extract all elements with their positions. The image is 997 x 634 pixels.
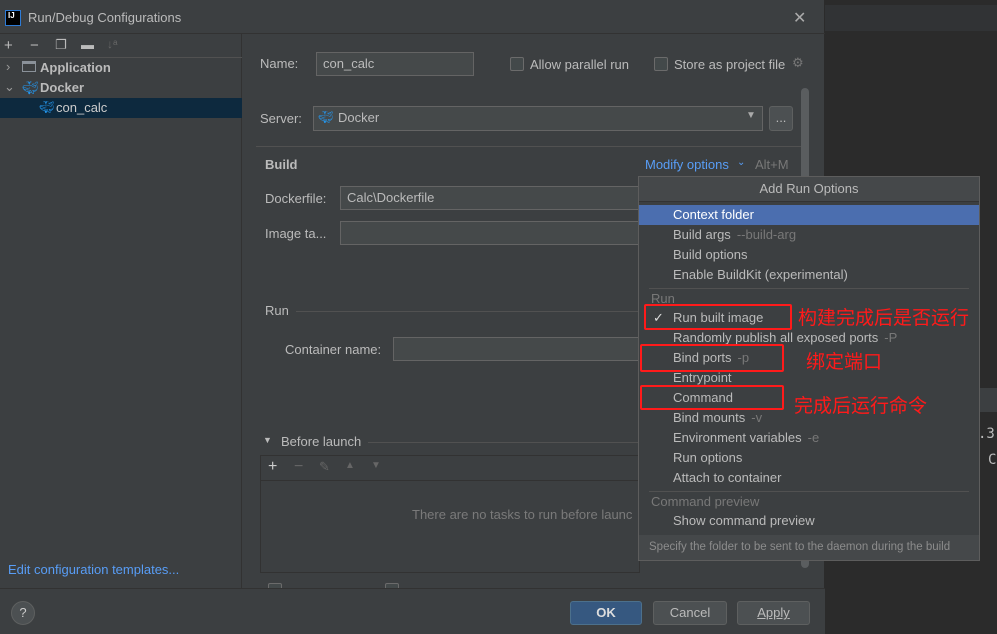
- name-label: Name:: [260, 56, 299, 71]
- option-build-args[interactable]: Build args --build-arg: [639, 225, 979, 245]
- annotation-box-command: [640, 385, 784, 410]
- option-attach-container[interactable]: Attach to container: [639, 468, 979, 488]
- divider: [256, 146, 801, 147]
- annotation-box-bind-ports: [640, 344, 784, 372]
- title-bar: IJ Run/Debug Configurations ✕: [0, 0, 825, 34]
- server-select[interactable]: Docker: [313, 106, 763, 131]
- sort-icon: ↓ᵃ: [107, 37, 118, 51]
- close-icon[interactable]: ✕: [793, 8, 806, 28]
- chevron-right-icon[interactable]: ›: [6, 59, 10, 74]
- popup-title: Add Run Options: [639, 177, 979, 202]
- option-hint: --build-arg: [736, 227, 797, 242]
- allow-parallel-label: Allow parallel run: [530, 57, 629, 72]
- option-hint: -P: [884, 330, 898, 345]
- annotation-box-run-built-image: [644, 304, 792, 330]
- collapse-triangle-icon[interactable]: ▼: [263, 435, 272, 445]
- background-text: .3: [978, 426, 995, 442]
- background-text: C: [988, 452, 997, 468]
- move-up-icon: ▲: [345, 460, 355, 471]
- dockerfile-label: Dockerfile:: [265, 191, 327, 206]
- option-hint: -v: [751, 410, 763, 425]
- remove-task-icon: −: [294, 458, 304, 475]
- allow-parallel-checkbox[interactable]: [510, 57, 524, 71]
- option-run-options[interactable]: Run options: [639, 448, 979, 468]
- group-preview-label: Command preview: [651, 494, 760, 509]
- edit-templates-link[interactable]: Edit configuration templates...: [8, 562, 179, 577]
- store-project-label: Store as project file: [674, 57, 786, 72]
- annotation-bind-ports: 绑定端口: [806, 352, 883, 373]
- button-bar: ? OK Cancel Apply: [0, 588, 825, 634]
- dialog-title: Run/Debug Configurations: [28, 10, 182, 25]
- add-icon[interactable]: +: [4, 37, 13, 54]
- before-launch-label: Before launch: [281, 434, 362, 449]
- option-label: Show command preview: [673, 513, 815, 528]
- option-hint: -e: [807, 430, 820, 445]
- modify-shortcut: Alt+M: [755, 157, 789, 172]
- option-label: Attach to container: [673, 470, 782, 485]
- image-tag-label: Image ta...: [265, 226, 327, 241]
- annotation-run-built-image: 构建完成后是否运行: [798, 308, 970, 329]
- docker-icon: 🐳︎: [318, 110, 334, 124]
- option-build-options[interactable]: Build options: [639, 245, 979, 265]
- move-down-icon: ▼: [371, 460, 381, 471]
- container-name-input[interactable]: [393, 337, 640, 361]
- option-label: Bind mounts: [673, 410, 746, 425]
- option-label: Build args: [673, 227, 731, 242]
- divider: [649, 288, 969, 289]
- help-button[interactable]: ?: [11, 601, 35, 625]
- tree-item-selected-bg: [0, 98, 242, 118]
- modify-options-link[interactable]: Modify options: [645, 157, 729, 172]
- name-input[interactable]: con_calc: [316, 52, 474, 76]
- remove-icon[interactable]: −: [30, 37, 39, 54]
- new-folder-icon[interactable]: ▬: [81, 37, 94, 52]
- server-more-button[interactable]: ...: [769, 106, 793, 131]
- apply-button[interactable]: Apply: [737, 601, 810, 625]
- option-label: Enable BuildKit (experimental): [673, 267, 848, 282]
- tree-item-docker[interactable]: Docker: [40, 80, 84, 95]
- chevron-down-icon[interactable]: ▼: [746, 110, 756, 121]
- divider: [261, 480, 640, 481]
- chevron-down-icon[interactable]: ⌄: [4, 79, 15, 95]
- docker-icon: 🐳︎: [22, 80, 39, 95]
- edit-pencil-icon: ✎: [319, 459, 330, 474]
- option-label: Entrypoint: [673, 370, 732, 385]
- chevron-down-icon[interactable]: ⌄: [737, 157, 745, 168]
- dockerfile-input[interactable]: Calc\Dockerfile: [340, 186, 640, 210]
- option-enable-buildkit[interactable]: Enable BuildKit (experimental): [639, 265, 979, 285]
- divider: [0, 57, 242, 58]
- intellij-logo-icon: IJ: [5, 10, 21, 26]
- option-label: Context folder: [673, 207, 754, 222]
- annotation-command: 完成后运行命令: [794, 396, 928, 417]
- image-tag-input[interactable]: [340, 221, 640, 245]
- tree-item-application[interactable]: Application: [40, 60, 111, 75]
- option-label: Build options: [673, 247, 748, 262]
- divider: [649, 491, 969, 492]
- option-label: Randomly publish all exposed ports: [673, 330, 879, 345]
- build-header: Build: [265, 157, 298, 172]
- store-project-checkbox[interactable]: [654, 57, 668, 71]
- cancel-button[interactable]: Cancel: [653, 601, 727, 625]
- container-name-label: Container name:: [285, 342, 382, 357]
- option-show-command-preview[interactable]: Show command preview: [639, 511, 979, 531]
- divider: [368, 442, 640, 443]
- option-env-vars[interactable]: Environment variables -e: [639, 428, 979, 448]
- application-icon: [22, 61, 36, 72]
- gear-icon[interactable]: ⚙: [792, 55, 804, 71]
- background-editor-strip: [825, 5, 997, 31]
- copy-icon[interactable]: ❐: [55, 37, 67, 53]
- option-label: Run options: [673, 450, 743, 465]
- run-header: Run: [265, 303, 289, 318]
- popup-footer-hint: Specify the folder to be sent to the dae…: [639, 535, 979, 560]
- server-label: Server:: [260, 111, 302, 126]
- no-tasks-text: There are no tasks to run before launc: [412, 507, 633, 522]
- add-task-icon[interactable]: +: [268, 458, 277, 476]
- divider: [296, 311, 640, 312]
- option-label: Environment variables: [673, 430, 802, 445]
- tree-item-con-calc[interactable]: con_calc: [56, 100, 107, 115]
- ok-button[interactable]: OK: [570, 601, 642, 625]
- docker-icon: 🐳︎: [39, 100, 55, 114]
- option-context-folder[interactable]: Context folder: [639, 205, 979, 225]
